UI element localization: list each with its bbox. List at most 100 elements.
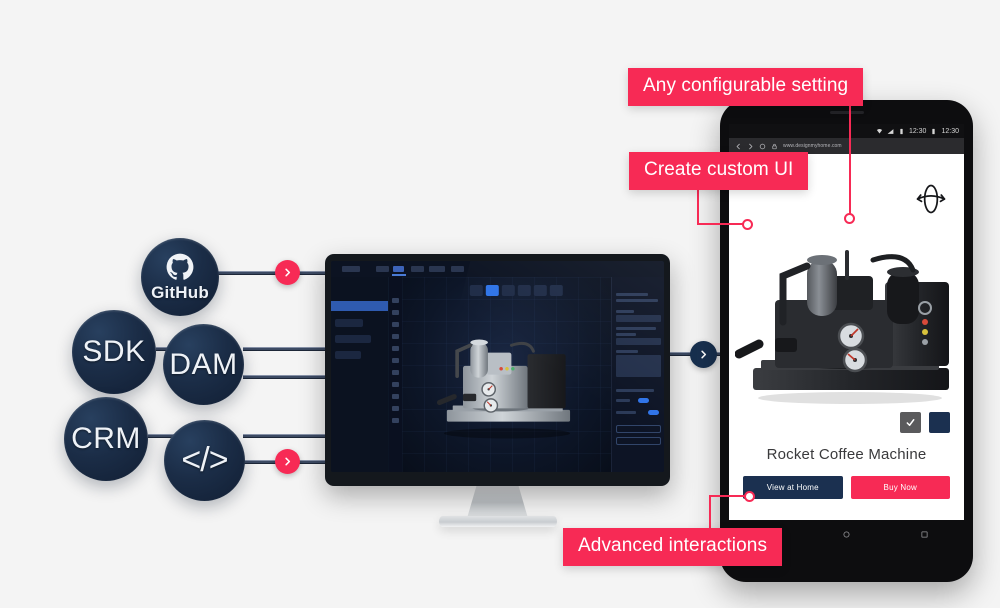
diagram-canvas: GitHub SDK DAM CRM </> 12:30 12:30 www.d… xyxy=(0,0,1000,608)
app-properties-panel[interactable] xyxy=(611,277,664,472)
leader-line-custom-ui-v xyxy=(697,190,699,224)
coffee-machine-3d-model[interactable] xyxy=(419,323,595,441)
leader-line-interactions-v xyxy=(709,495,711,529)
lock-icon xyxy=(772,143,777,149)
tool-button[interactable] xyxy=(392,358,399,363)
source-node-github[interactable]: GitHub xyxy=(141,238,219,316)
leader-line-interactions-h2 xyxy=(709,495,749,497)
property-input[interactable] xyxy=(616,338,661,345)
tool-button[interactable] xyxy=(392,370,399,375)
leader-dot-configurable xyxy=(844,213,855,224)
chevron-right-icon xyxy=(285,268,291,277)
view-at-home-button[interactable]: View at Home xyxy=(743,476,843,499)
phone-earpiece xyxy=(829,111,864,114)
app-tab[interactable] xyxy=(342,266,360,272)
panel-secondary-button[interactable] xyxy=(616,437,661,445)
wifi-icon xyxy=(876,128,883,134)
app-sidebar[interactable] xyxy=(331,277,388,472)
property-label xyxy=(616,399,630,402)
source-node-sdk[interactable]: SDK xyxy=(72,310,156,394)
flow-badge-github[interactable] xyxy=(275,260,300,285)
buy-now-button[interactable]: Buy Now xyxy=(850,476,950,499)
app-tool-rail[interactable] xyxy=(389,277,402,472)
rotate-3d-icon[interactable] xyxy=(912,180,950,218)
viewport-tool[interactable] xyxy=(501,285,515,296)
app-tab-underline xyxy=(392,274,406,276)
viewport-tool[interactable] xyxy=(469,285,483,296)
property-label xyxy=(616,310,634,313)
callout-create-custom-ui: Create custom UI xyxy=(629,152,809,190)
status-time-right: 12:30 xyxy=(941,127,959,135)
viewport-tool[interactable] xyxy=(517,285,531,296)
color-swatch-group[interactable] xyxy=(900,412,950,433)
product-action-row: View at Home Buy Now xyxy=(743,476,950,499)
property-label xyxy=(616,299,658,302)
app-3d-viewport[interactable] xyxy=(402,277,611,472)
chevron-right-icon xyxy=(285,457,291,466)
source-node-label-dam: DAM xyxy=(169,347,238,381)
signal-icon xyxy=(887,128,894,134)
property-label xyxy=(616,293,648,296)
tool-button[interactable] xyxy=(392,310,399,315)
property-label xyxy=(616,350,638,353)
flow-badge-output[interactable] xyxy=(690,341,717,368)
callout-advanced-interactions: Advanced interactions xyxy=(563,528,783,566)
source-node-label-crm: CRM xyxy=(71,422,141,455)
app-tab[interactable] xyxy=(376,266,389,272)
property-label xyxy=(616,327,656,330)
monitor-bezel xyxy=(325,254,670,486)
source-node-label-sdk: SDK xyxy=(82,335,146,368)
sidebar-item[interactable] xyxy=(335,351,361,359)
swatch-graphite[interactable] xyxy=(900,412,921,433)
property-toggle[interactable] xyxy=(638,398,649,403)
property-toggle[interactable] xyxy=(648,410,659,415)
monitor-stand xyxy=(466,486,529,520)
app-tab-active[interactable] xyxy=(393,266,404,272)
chevron-right-icon xyxy=(701,350,707,359)
property-group-label xyxy=(616,389,654,392)
source-node-label-github: GitHub xyxy=(151,282,209,302)
tool-button[interactable] xyxy=(392,418,399,423)
tool-button[interactable] xyxy=(392,298,399,303)
configurator-app-screen[interactable] xyxy=(331,261,664,472)
leader-line-configurable xyxy=(849,105,851,217)
status-time-left: 12:30 xyxy=(908,127,927,135)
viewport-toolbar[interactable] xyxy=(469,285,563,296)
source-node-dam[interactable]: DAM xyxy=(163,324,244,405)
tool-button[interactable] xyxy=(392,346,399,351)
leader-dot-custom-ui xyxy=(742,219,753,230)
tool-button[interactable] xyxy=(392,334,399,339)
viewport-tool-active[interactable] xyxy=(485,285,499,296)
recents-square-icon xyxy=(921,531,928,537)
flow-badge-code[interactable] xyxy=(275,449,300,474)
tool-button[interactable] xyxy=(392,406,399,411)
tool-button[interactable] xyxy=(392,382,399,387)
phone-status-bar: 12:30 12:30 xyxy=(729,124,964,138)
tool-button[interactable] xyxy=(392,322,399,327)
app-tab[interactable] xyxy=(411,266,424,272)
desktop-monitor xyxy=(325,254,670,527)
viewport-tool[interactable] xyxy=(533,285,547,296)
reload-icon xyxy=(759,143,766,149)
app-tab[interactable] xyxy=(451,266,464,272)
github-icon xyxy=(165,252,195,282)
source-node-code[interactable]: </> xyxy=(164,420,245,501)
coffee-machine-product-image[interactable] xyxy=(735,226,964,406)
swatch-navy[interactable] xyxy=(929,412,950,433)
app-tab[interactable] xyxy=(429,266,445,272)
check-icon xyxy=(906,419,915,426)
sidebar-item[interactable] xyxy=(335,319,363,327)
viewport-tool[interactable] xyxy=(549,285,563,296)
source-node-crm[interactable]: CRM xyxy=(64,397,148,481)
tool-button[interactable] xyxy=(392,394,399,399)
panel-primary-button[interactable] xyxy=(616,425,661,433)
property-textarea[interactable] xyxy=(616,355,661,377)
battery-icon xyxy=(900,128,903,134)
back-icon xyxy=(736,143,740,149)
code-icon: </> xyxy=(181,441,228,479)
sidebar-item-selected[interactable] xyxy=(331,301,388,311)
leader-dot-interactions xyxy=(744,491,755,502)
product-title: Rocket Coffee Machine xyxy=(766,446,927,463)
sidebar-item[interactable] xyxy=(335,335,371,343)
property-input[interactable] xyxy=(616,315,661,322)
